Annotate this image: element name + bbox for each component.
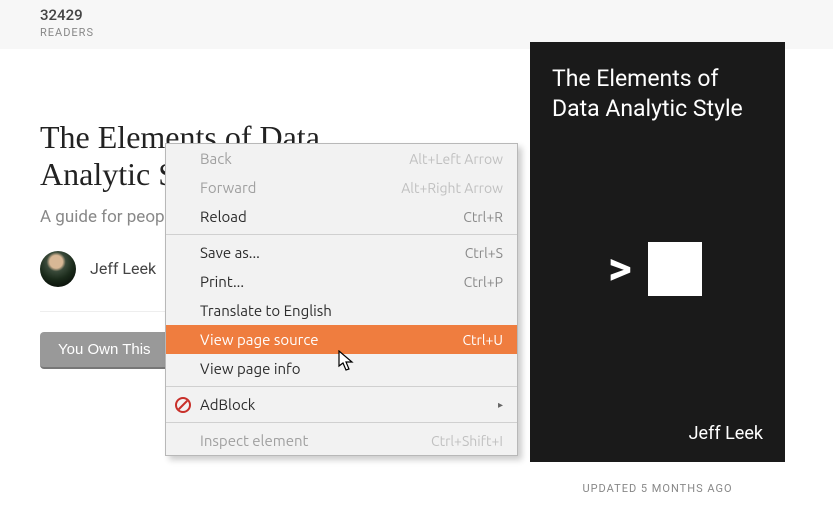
book-cover-symbol: > [608,242,702,296]
author-name[interactable]: Jeff Leek [90,259,156,278]
menu-save-as-label: Save as... [200,244,260,261]
updated-label: UPDATED 5 MONTHS AGO [530,482,785,495]
menu-separator [166,422,517,423]
menu-back[interactable]: Back Alt+Left Arrow [166,144,517,173]
menu-save-as-shortcut: Ctrl+S [465,245,503,261]
square-icon [648,242,702,296]
menu-translate[interactable]: Translate to English [166,296,517,325]
menu-forward-label: Forward [200,179,256,196]
author-avatar[interactable] [40,251,76,287]
menu-view-page-source[interactable]: View page source Ctrl+U [166,325,517,354]
menu-reload[interactable]: Reload Ctrl+R [166,202,517,231]
menu-back-shortcut: Alt+Left Arrow [409,151,503,167]
menu-print[interactable]: Print... Ctrl+P [166,267,517,296]
menu-print-shortcut: Ctrl+P [464,274,503,290]
menu-separator [166,234,517,235]
menu-view-page-info[interactable]: View page info [166,354,517,383]
menu-save-as[interactable]: Save as... Ctrl+S [166,238,517,267]
you-own-this-button[interactable]: You Own This [40,332,169,369]
book-title-line1: The Elements of [552,65,718,92]
menu-reload-label: Reload [200,208,247,225]
readers-count: 32429 [40,6,833,24]
menu-inspect-element[interactable]: Inspect element Ctrl+Shift+I [166,426,517,455]
menu-adblock-label: AdBlock [200,396,255,413]
menu-reload-shortcut: Ctrl+R [463,209,503,225]
menu-adblock[interactable]: AdBlock ▸ [166,390,517,419]
menu-inspect-shortcut: Ctrl+Shift+I [431,433,503,449]
adblock-icon [175,397,191,413]
menu-view-source-label: View page source [200,331,319,348]
book-cover[interactable]: The Elements of Data Analytic Style > Je… [530,42,785,462]
book-sidebar: The Elements of Data Analytic Style > Je… [530,42,785,495]
book-cover-title: The Elements of Data Analytic Style [552,64,763,124]
context-menu: Back Alt+Left Arrow Forward Alt+Right Ar… [165,143,518,456]
menu-view-info-label: View page info [200,360,301,377]
menu-print-label: Print... [200,273,244,290]
greater-than-icon: > [608,242,632,296]
book-title-line2: Data Analytic Style [552,95,743,122]
menu-separator [166,386,517,387]
menu-inspect-label: Inspect element [200,432,308,449]
menu-view-source-shortcut: Ctrl+U [462,332,503,348]
book-cover-author: Jeff Leek [689,423,763,444]
readers-label: READERS [40,26,833,39]
menu-forward[interactable]: Forward Alt+Right Arrow [166,173,517,202]
submenu-arrow-icon: ▸ [498,399,503,411]
menu-forward-shortcut: Alt+Right Arrow [401,180,503,196]
menu-back-label: Back [200,150,232,167]
menu-translate-label: Translate to English [200,302,332,319]
